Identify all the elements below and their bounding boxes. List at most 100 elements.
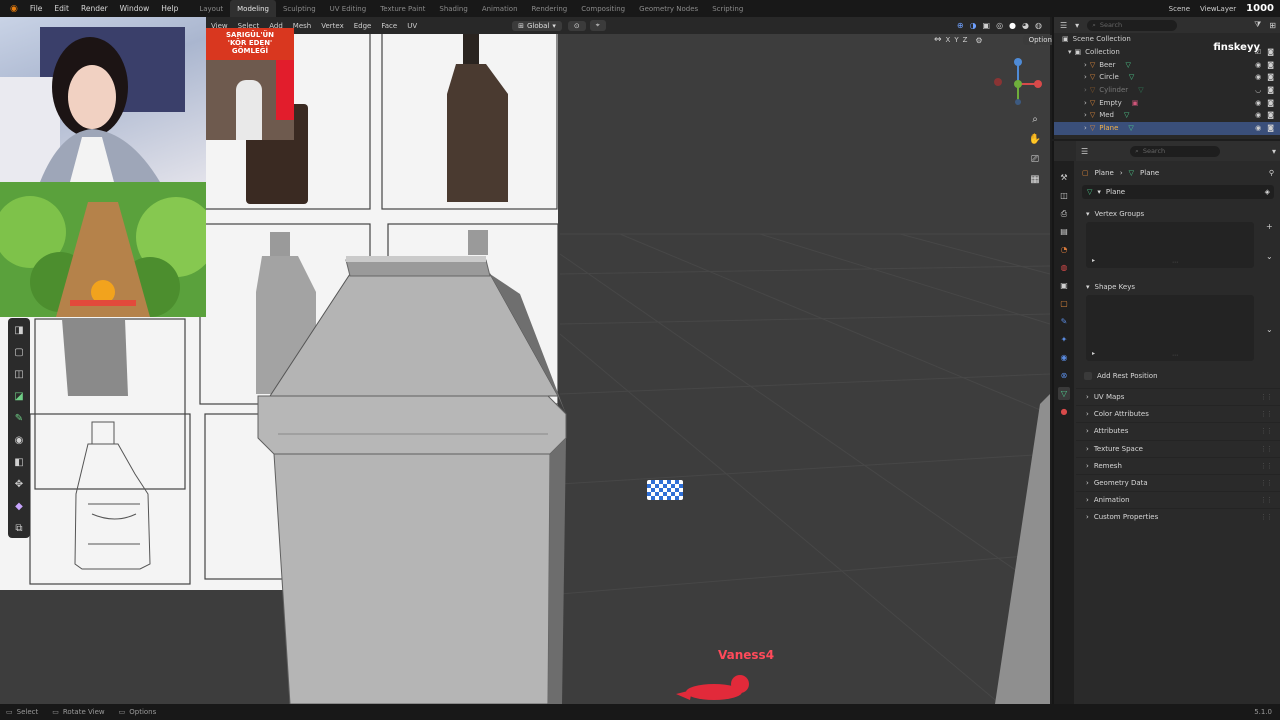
gizmo-toggle-icon[interactable]: ⊕ [957, 21, 964, 30]
grid-projection-icon[interactable]: ▦ [1028, 172, 1042, 186]
section-texture-space[interactable]: › Texture Space ⋮⋮ [1076, 439, 1280, 457]
output-tab-icon[interactable]: ⎙ [1058, 207, 1070, 220]
tree-row-circle[interactable]: › ▽ Circle ▽ ◉ ◙ [1054, 71, 1280, 84]
camera-icon[interactable]: ◙ [1267, 73, 1274, 81]
world-tab-icon[interactable]: ◍ [1058, 261, 1070, 274]
axis-y-toggle[interactable]: Y [954, 36, 958, 44]
smooth-tool-icon[interactable]: ✥ [11, 476, 27, 493]
pivot-dropdown[interactable]: ⊙ [567, 20, 586, 31]
object-tab-icon[interactable]: ▢ [1058, 297, 1070, 310]
drag-handle-icon[interactable]: ⋮⋮ [1260, 427, 1273, 435]
menu-uv[interactable]: UV [402, 22, 422, 30]
menu-window[interactable]: Window [114, 4, 156, 13]
view-layer-selector[interactable]: ViewLayer [1200, 5, 1236, 13]
menu-file[interactable]: File [24, 4, 49, 13]
modifier-tab-icon[interactable]: ✎ [1058, 315, 1070, 328]
collection-tab-icon[interactable]: ▣ [1058, 279, 1070, 292]
filter-display-icon[interactable]: ▾ [1075, 21, 1079, 30]
mesh-name-field[interactable]: ▽ ▾ Plane ◈ [1082, 185, 1274, 199]
tab-compositing[interactable]: Compositing [574, 5, 632, 13]
camera-icon[interactable]: ◙ [1267, 111, 1274, 119]
tab-shading[interactable]: Shading [432, 5, 474, 13]
data-tab-icon[interactable]: ▽ [1058, 387, 1070, 400]
tab-rendering[interactable]: Rendering [525, 5, 575, 13]
pin-icon[interactable]: ⚲ [1269, 169, 1274, 177]
vertex-groups-header[interactable]: ▾ Vertex Groups [1076, 205, 1280, 222]
eye-closed-icon[interactable]: ◡ [1255, 86, 1261, 94]
zoom-icon[interactable]: ⌕ [1028, 112, 1042, 126]
physics-tab-icon[interactable]: ◉ [1058, 351, 1070, 364]
snap-toggle[interactable]: ⌖ [589, 20, 606, 31]
section-geometry-data[interactable]: › Geometry Data ⋮⋮ [1076, 473, 1280, 491]
section-color-attributes[interactable]: › Color Attributes ⋮⋮ [1076, 405, 1280, 422]
extrude-tool-icon[interactable]: ◨ [11, 322, 27, 339]
tab-uv-editing[interactable]: UV Editing [323, 5, 374, 13]
chevron-down-icon[interactable]: ▾ [1272, 147, 1276, 156]
material-shading-icon[interactable]: ◕ [1022, 21, 1029, 30]
drag-handle-icon[interactable]: ⋮⋮ [1260, 445, 1273, 453]
wrench-icon[interactable]: ⚙ [975, 36, 982, 45]
tab-modeling[interactable]: Modeling [230, 0, 276, 17]
drag-handle-icon[interactable]: ⋮⋮ [1260, 513, 1273, 521]
fake-user-icon[interactable]: ◈ [1265, 188, 1270, 196]
material-tab-icon[interactable]: ● [1058, 405, 1070, 418]
wireframe-shading-icon[interactable]: ◎ [996, 21, 1003, 30]
eye-icon[interactable]: ◉ [1255, 99, 1261, 107]
menu-edge[interactable]: Edge [349, 22, 377, 30]
shape-keys-list[interactable]: ▸ ⋯ [1086, 295, 1254, 361]
particles-tab-icon[interactable]: ✦ [1058, 333, 1070, 346]
shape-keys-header[interactable]: ▾ Shape Keys [1076, 278, 1280, 295]
section-attributes[interactable]: › Attributes ⋮⋮ [1076, 422, 1280, 439]
overlay-toggle-icon[interactable]: ◑ [970, 21, 977, 30]
vertex-groups-list[interactable]: ▸ ⋯ [1086, 222, 1254, 268]
menu-vertex[interactable]: Vertex [316, 22, 349, 30]
eye-icon[interactable]: ◉ [1255, 124, 1261, 132]
camera-icon[interactable]: ◙ [1267, 124, 1274, 132]
tab-scripting[interactable]: Scripting [705, 5, 750, 13]
drag-handle-icon[interactable]: ⋮⋮ [1260, 393, 1273, 401]
resize-handle-icon[interactable]: ⋯ [1172, 352, 1178, 359]
tree-row-cylinder[interactable]: › ▽ Cylinder ▽ ◡ ◙ [1054, 84, 1280, 97]
navigation-gizmo[interactable] [990, 54, 1050, 114]
drag-handle-icon[interactable]: ⋮⋮ [1260, 496, 1273, 504]
constraints-tab-icon[interactable]: ⊗ [1058, 369, 1070, 382]
section-animation[interactable]: › Animation ⋮⋮ [1076, 491, 1280, 508]
section-custom-properties[interactable]: › Custom Properties ⋮⋮ [1076, 508, 1280, 525]
tool-tab-icon[interactable]: ⚒ [1058, 171, 1070, 184]
bevel-tool-icon[interactable]: ◫ [11, 366, 27, 383]
camera-icon[interactable]: ◙ [1267, 86, 1274, 94]
add-vertex-group-icon[interactable]: + [1266, 222, 1273, 231]
tree-row-empty[interactable]: › ▽ Empty ▣ ◉ ◙ [1054, 96, 1280, 109]
menu-edit[interactable]: Edit [48, 4, 75, 13]
chevron-down-icon[interactable]: ⌄ [1266, 252, 1273, 261]
render-tab-icon[interactable]: ◫ [1058, 189, 1070, 202]
tab-texture-paint[interactable]: Texture Paint [373, 5, 432, 13]
mirror-icon[interactable]: ⇔ [934, 35, 942, 45]
view-layer-tab-icon[interactable]: ▤ [1058, 225, 1070, 238]
tree-row-beer[interactable]: › ▽ Beer ▽ ◉ ◙ [1054, 58, 1280, 71]
shear-tool-icon[interactable]: ◆ [11, 498, 27, 515]
properties-search-input[interactable]: ⌕ Search [1130, 145, 1221, 157]
menu-render[interactable]: Render [75, 4, 114, 13]
properties-editor-icon[interactable]: ☰ [1081, 147, 1088, 156]
filter-icon[interactable]: ⧩ [1254, 20, 1261, 30]
tab-animation[interactable]: Animation [475, 5, 525, 13]
section-remesh[interactable]: › Remesh ⋮⋮ [1076, 456, 1280, 474]
tab-sculpting[interactable]: Sculpting [276, 5, 323, 13]
section-uv-maps[interactable]: › UV Maps ⋮⋮ [1076, 388, 1280, 405]
rip-tool-icon[interactable]: ⧉ [11, 520, 27, 537]
outliner-search-input[interactable]: ⌕ Search [1087, 19, 1178, 31]
knife-tool-icon[interactable]: ✎ [11, 410, 27, 427]
tree-row-med[interactable]: › ▽ Med ▽ ◉ ◙ [1054, 109, 1280, 122]
resize-handle-icon[interactable]: ⋯ [1172, 259, 1178, 266]
xray-toggle-icon[interactable]: ▣ [983, 21, 991, 30]
hand-pan-icon[interactable]: ✋ [1028, 132, 1042, 146]
poly-build-tool-icon[interactable]: ◉ [11, 432, 27, 449]
add-rest-position-row[interactable]: Add Rest Position [1076, 367, 1280, 384]
checkbox-icon[interactable] [1084, 371, 1092, 380]
drag-handle-icon[interactable]: ⋮⋮ [1260, 410, 1273, 418]
camera-icon[interactable]: ◙ [1267, 48, 1274, 56]
drag-handle-icon[interactable]: ⋮⋮ [1260, 462, 1273, 470]
eye-icon[interactable]: ◉ [1255, 73, 1261, 81]
outliner-editor-type-icon[interactable]: ☰ [1060, 21, 1067, 30]
